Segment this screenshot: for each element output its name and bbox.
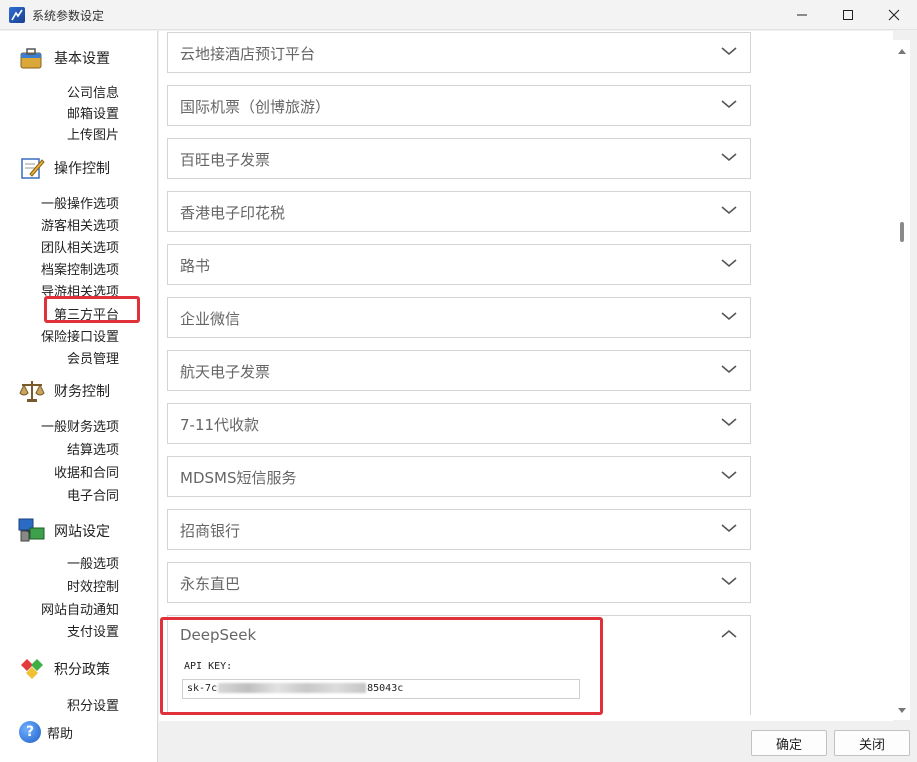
network-computers-icon (18, 517, 46, 545)
gems-icon (18, 655, 46, 683)
notepad-pencil-icon (18, 154, 46, 182)
chevron-down-icon (721, 259, 737, 268)
chevron-down-icon (721, 471, 737, 480)
sidebar-item-company-info[interactable]: 公司信息 (67, 82, 119, 101)
panel-title: 招商银行 (180, 522, 241, 540)
panel-title: 永东直巴 (180, 575, 241, 593)
maximize-button[interactable] (825, 0, 871, 30)
settings-content: 云地接酒店预订平台 国际机票（创博旅游） 百旺电子发票 香港电子印花税 路书 企… (159, 31, 893, 721)
panel-title: 百旺电子发票 (180, 151, 271, 169)
selected-item-highlight (44, 296, 140, 323)
panel-title: 航天电子发票 (180, 363, 271, 381)
dialog-footer: 确定 关闭 (159, 721, 917, 762)
panel-title: 路书 (180, 257, 211, 275)
accordion-panel[interactable]: 路书 (167, 244, 751, 285)
accordion-panel[interactable]: 国际机票（创博旅游） (167, 85, 751, 126)
scales-icon (18, 377, 46, 405)
sidebar-item-receipts-contracts[interactable]: 收据和合同 (54, 462, 119, 481)
chevron-down-icon (721, 577, 737, 586)
chevron-down-icon (721, 418, 737, 427)
sidebar-group-basic[interactable]: 基本设置 (18, 44, 110, 72)
chevron-down-icon (721, 524, 737, 533)
accordion-panel[interactable]: 7-11代收款 (167, 403, 751, 444)
sidebar-item-settlement[interactable]: 结算选项 (67, 439, 119, 458)
accordion-panel[interactable]: 企业微信 (167, 297, 751, 338)
panel-title: 企业微信 (180, 310, 241, 328)
chevron-down-icon (721, 206, 737, 215)
accordion-panel[interactable]: 云地接酒店预订平台 (167, 32, 751, 73)
sidebar-group-label: 积分政策 (54, 662, 110, 678)
sidebar-group-points[interactable]: 积分政策 (18, 655, 110, 683)
ok-button[interactable]: 确定 (751, 730, 827, 756)
toolbox-icon (18, 44, 46, 72)
sidebar-item-points-settings[interactable]: 积分设置 (67, 695, 119, 714)
accordion-panel[interactable]: MDSMS短信服务 (167, 456, 751, 497)
sidebar-group-finance[interactable]: 财务控制 (18, 377, 110, 405)
maximize-icon (843, 10, 853, 20)
sidebar-group-label: 财务控制 (54, 384, 110, 400)
sidebar-item-archive-options[interactable]: 档案控制选项 (41, 259, 119, 278)
sidebar-item-team-options[interactable]: 团队相关选项 (41, 237, 119, 256)
sidebar-item-mail-settings[interactable]: 邮箱设置 (67, 103, 119, 122)
title-bar: 系统参数设定 (0, 0, 917, 30)
sidebar-item-payment[interactable]: 支付设置 (67, 621, 119, 640)
accordion-panel[interactable]: 香港电子印花税 (167, 191, 751, 232)
sidebar-item-general-options[interactable]: 一般选项 (67, 553, 119, 572)
chevron-down-icon (721, 312, 737, 321)
sidebar-item-general-finance[interactable]: 一般财务选项 (41, 416, 119, 435)
scroll-up-arrow-icon[interactable] (897, 46, 907, 56)
sidebar-item-general-ops[interactable]: 一般操作选项 (41, 193, 119, 212)
close-icon (888, 9, 900, 21)
panel-title: 香港电子印花税 (180, 204, 286, 222)
chevron-up-icon (721, 629, 737, 638)
sidebar-group-label: 网站设定 (54, 524, 110, 540)
accordion-panel[interactable]: 招商银行 (167, 509, 751, 550)
sidebar-group-label: 操作控制 (54, 161, 110, 177)
sidebar-item-e-contract[interactable]: 电子合同 (67, 485, 119, 504)
scroll-down-arrow-icon[interactable] (897, 706, 907, 716)
deepseek-highlight (160, 617, 603, 715)
help-icon: ? (19, 721, 41, 743)
sidebar-item-tourist-options[interactable]: 游客相关选项 (41, 215, 119, 234)
accordion-panel[interactable]: 航天电子发票 (167, 350, 751, 391)
vertical-scrollbar[interactable] (893, 40, 910, 720)
app-icon (9, 7, 25, 23)
accordion-panel[interactable]: 百旺电子发票 (167, 138, 751, 179)
sidebar-group-label: 基本设置 (54, 51, 110, 67)
minimize-button[interactable] (779, 0, 825, 30)
help-label: 帮助 (47, 726, 74, 742)
chevron-down-icon (721, 153, 737, 162)
minimize-icon (797, 14, 807, 16)
sidebar-item-timeliness[interactable]: 时效控制 (67, 576, 119, 595)
panel-title: 云地接酒店预订平台 (180, 45, 316, 63)
close-button[interactable] (871, 0, 917, 30)
sidebar: 基本设置 公司信息 邮箱设置 上传图片 操作控制 一般操作选项 游客相关选项 团… (0, 31, 158, 762)
panel-title: MDSMS短信服务 (180, 469, 297, 487)
sidebar-item-member[interactable]: 会员管理 (67, 348, 119, 367)
sidebar-item-insurance[interactable]: 保险接口设置 (41, 326, 119, 345)
window-title: 系统参数设定 (32, 9, 105, 23)
chevron-down-icon (721, 365, 737, 374)
accordion-panel[interactable]: 永东直巴 (167, 562, 751, 603)
sidebar-item-auto-notify[interactable]: 网站自动通知 (41, 599, 119, 618)
scroll-thumb[interactable] (900, 222, 904, 242)
close-dialog-button[interactable]: 关闭 (834, 730, 910, 756)
sidebar-item-upload-image[interactable]: 上传图片 (67, 124, 119, 143)
help-link[interactable]: ? 帮助 (19, 721, 73, 743)
sidebar-group-operation[interactable]: 操作控制 (18, 154, 110, 182)
chevron-down-icon (721, 100, 737, 109)
panel-title: 国际机票（创博旅游） (180, 98, 331, 116)
sidebar-group-website[interactable]: 网站设定 (18, 517, 110, 545)
panel-title: 7-11代收款 (180, 416, 260, 434)
chevron-down-icon (721, 47, 737, 56)
